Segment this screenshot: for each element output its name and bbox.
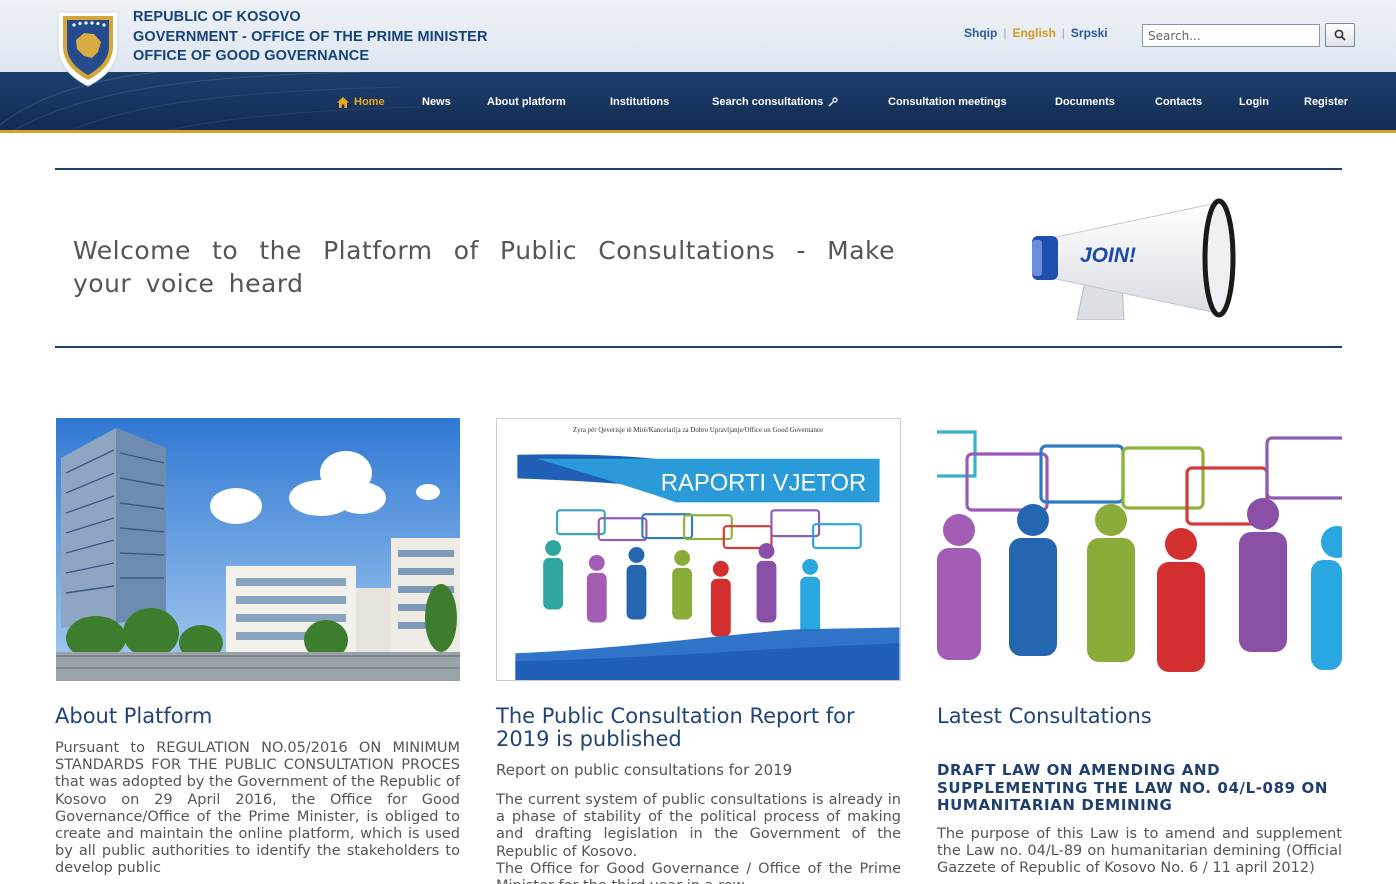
nav-news[interactable]: News	[422, 96, 451, 108]
nav-institutions[interactable]: Institutions	[610, 96, 669, 108]
banner-bottom-rule	[55, 346, 1342, 348]
lang-separator: |	[1061, 26, 1065, 40]
kosovo-crest-icon[interactable]	[54, 6, 122, 88]
nav-register[interactable]: Register	[1304, 96, 1348, 108]
nav-search-consultations-label: Search consultations	[712, 96, 824, 108]
search-icon	[1334, 29, 1346, 41]
nav-contacts[interactable]: Contacts	[1155, 96, 1202, 108]
org-line-2: GOVERNMENT - OFFICE OF THE PRIME MINISTE…	[133, 28, 488, 45]
external-link-icon	[828, 97, 838, 107]
report-text-paragraph-2: The Office for Good Governance / Office …	[496, 861, 901, 884]
lang-srpski[interactable]: Srpski	[1071, 26, 1108, 40]
annual-report-cover-image[interactable]: Zyra për Qeverisje të Mirë/Kancelarija z…	[496, 418, 901, 681]
people-speech-bubbles-image[interactable]	[937, 418, 1342, 681]
nav-login[interactable]: Login	[1239, 96, 1269, 108]
latest-consultations-title[interactable]: Latest Consultations	[937, 705, 1342, 728]
lang-english[interactable]: English	[1012, 26, 1055, 40]
report-cover-title: RAPORTI VJETOR	[661, 469, 866, 496]
report-subtitle: Report on public consultations for 2019	[496, 761, 793, 779]
welcome-heading: Welcome to the Platform of Public Consul…	[73, 236, 895, 298]
about-platform-title[interactable]: About Platform	[55, 705, 460, 728]
report-cover-header: Zyra për Qeverisje të Mirë/Kancelarija z…	[573, 426, 823, 434]
consultation-item-title[interactable]: DRAFT LAW ON AMENDING AND SUPPLEMENTING …	[937, 761, 1342, 815]
nav-home[interactable]: Home	[337, 96, 385, 108]
search-button[interactable]	[1325, 23, 1355, 47]
search-input[interactable]	[1142, 24, 1320, 47]
nav-documents[interactable]: Documents	[1055, 96, 1115, 108]
join-label: JOIN!	[1080, 244, 1136, 267]
consultation-item-text: The purpose of this Law is to amend and …	[937, 826, 1342, 877]
language-switcher: Shqip | English | Srpski	[964, 26, 1108, 40]
home-icon	[337, 96, 349, 108]
nav-search-consultations[interactable]: Search consultations	[712, 96, 838, 108]
report-title[interactable]: The Public Consultation Report for 2019 …	[496, 705, 901, 751]
nav-home-label: Home	[354, 96, 385, 108]
main-nav: Home News About platform Institutions Se…	[0, 72, 1396, 133]
lang-shqip[interactable]: Shqip	[964, 26, 997, 40]
banner-top-rule	[55, 168, 1342, 170]
organization-name: REPUBLIC OF KOSOVO GOVERNMENT - OFFICE O…	[133, 8, 488, 67]
megaphone-join-image[interactable]: JOIN!	[1022, 196, 1242, 320]
nav-about-platform[interactable]: About platform	[487, 96, 566, 108]
lang-separator: |	[1003, 26, 1007, 40]
nav-consultation-meetings[interactable]: Consultation meetings	[888, 96, 1007, 108]
government-building-photo[interactable]	[56, 418, 460, 681]
about-platform-text: Pursuant to REGULATION NO.05/2016 ON MIN…	[55, 740, 460, 877]
org-line-3: OFFICE OF GOOD GOVERNANCE	[133, 48, 370, 64]
org-line-1: REPUBLIC OF KOSOVO	[133, 9, 301, 25]
report-text-paragraph-1: The current system of public consultatio…	[496, 792, 901, 860]
